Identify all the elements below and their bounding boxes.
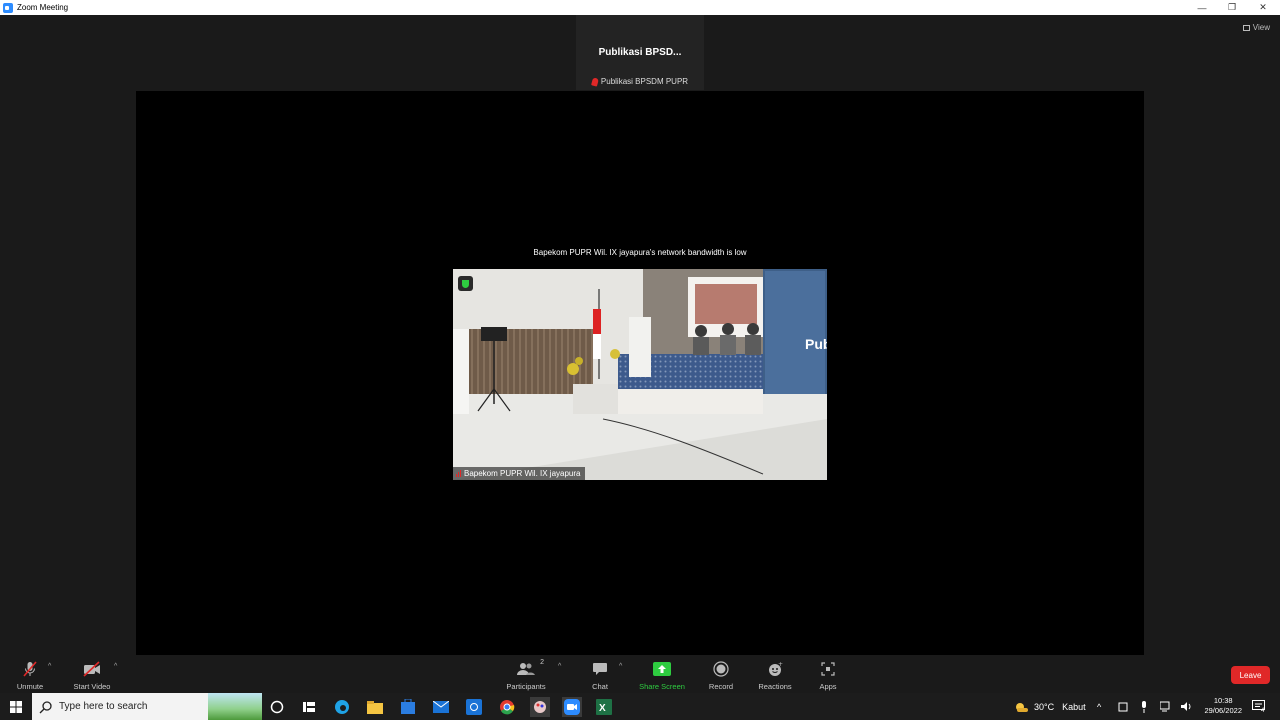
file-explorer-icon[interactable] xyxy=(365,697,385,717)
store-icon[interactable] xyxy=(398,697,418,717)
reactions-icon: + xyxy=(767,661,783,677)
meeting-area: View Publikasi BPSD... Publikasi BPSDM P… xyxy=(0,15,1280,658)
chat-options-caret[interactable]: ^ xyxy=(619,663,622,670)
main-video-stage: Bapekom PUPR Wil. IX jayapura's network … xyxy=(136,91,1144,658)
bandwidth-warning: Bapekom PUPR Wil. IX jayapura's network … xyxy=(533,248,747,257)
speaker-tile-name: Publikasi BPSD... xyxy=(598,47,682,58)
record-label: Record xyxy=(708,682,734,691)
notification-count: 4 xyxy=(1261,707,1265,714)
start-button[interactable] xyxy=(0,693,32,720)
participants-button[interactable]: 2 Participants xyxy=(496,659,556,691)
cortana-icon[interactable] xyxy=(267,697,287,717)
apps-label: Apps xyxy=(819,682,837,691)
taskbar-clock[interactable]: 10:38 29/06/2022 xyxy=(1204,696,1242,716)
muted-mic-icon xyxy=(590,77,599,87)
signal-bars-icon xyxy=(456,470,461,477)
view-button[interactable]: View xyxy=(1242,23,1270,32)
speaker-label-text: Publikasi BPSDM PUPR xyxy=(600,77,689,86)
weather-icon xyxy=(1016,702,1028,712)
reactions-label: Reactions xyxy=(758,682,792,691)
chat-label: Chat xyxy=(592,682,608,691)
participants-count: 2 xyxy=(540,659,544,666)
svg-text:Pub: Pub xyxy=(805,336,827,352)
task-view-icon[interactable] xyxy=(299,697,319,717)
encryption-shield-icon xyxy=(458,276,473,291)
notifications-button[interactable]: 4 xyxy=(1252,693,1265,720)
participant-name-label: Bapekom PUPR Wil. IX jayapura xyxy=(453,467,585,480)
apps-icon xyxy=(821,661,835,677)
meeting-toolbar: Unmute ^ Start Video ^ 2 Participants ^ … xyxy=(0,655,1280,693)
video-off-icon xyxy=(83,661,101,677)
apps-button[interactable]: Apps xyxy=(798,661,858,691)
clock-time: 10:38 xyxy=(1213,696,1233,705)
weather-temp: 30°C xyxy=(1034,701,1055,712)
paint-icon[interactable] xyxy=(530,697,550,717)
tray-app-icon[interactable] xyxy=(1118,693,1128,720)
microphone-icon[interactable] xyxy=(1140,693,1148,720)
volume-icon[interactable] xyxy=(1181,693,1193,720)
svg-text:X: X xyxy=(599,703,606,714)
app-icon[interactable] xyxy=(464,697,484,717)
muted-mic-icon xyxy=(22,661,38,677)
mail-icon[interactable] xyxy=(431,697,451,717)
share-screen-button[interactable]: Share Screen xyxy=(632,661,692,691)
video-frame: Pub xyxy=(453,269,827,480)
chevron-up-icon: ^ xyxy=(1097,701,1102,712)
start-video-label: Start Video xyxy=(73,682,111,691)
record-button[interactable]: Record xyxy=(691,661,751,691)
window-title: Zoom Meeting xyxy=(17,3,69,12)
weather-desc: Kabut xyxy=(1062,701,1086,712)
chrome-icon[interactable] xyxy=(497,697,517,717)
weather-widget[interactable]: 30°C Kabut xyxy=(1014,693,1086,720)
svg-text:+: + xyxy=(778,661,783,668)
close-button[interactable]: ✕ xyxy=(1248,0,1278,15)
restore-button[interactable]: ❐ xyxy=(1217,0,1247,15)
participants-options-caret[interactable]: ^ xyxy=(558,663,561,670)
participants-icon: 2 xyxy=(516,659,544,677)
chat-icon xyxy=(592,661,608,677)
share-screen-label: Share Screen xyxy=(639,682,685,691)
windows-taskbar: Type here to search X 30°C Kabut ^ 10:38… xyxy=(0,693,1280,720)
record-icon xyxy=(713,661,729,677)
share-screen-icon xyxy=(653,661,671,677)
zoom-icon xyxy=(3,2,13,13)
audio-options-caret[interactable]: ^ xyxy=(48,663,51,670)
unmute-label: Unmute xyxy=(16,682,44,691)
participant-video[interactable]: Pub Bapekom PUPR Wil. IX jayapura xyxy=(453,269,827,480)
speaker-tile[interactable]: Publikasi BPSD... Publikasi BPSDM PUPR xyxy=(576,15,704,90)
excel-icon[interactable]: X xyxy=(594,697,614,717)
clock-date: 29/06/2022 xyxy=(1204,706,1242,715)
search-highlight-illustration xyxy=(208,693,262,720)
taskbar-search[interactable]: Type here to search xyxy=(32,693,262,720)
view-label: View xyxy=(1252,23,1270,32)
show-hidden-icons-button[interactable]: ^ xyxy=(1097,693,1101,720)
leave-button[interactable]: Leave xyxy=(1231,666,1270,684)
window-titlebar: Zoom Meeting — ❐ ✕ xyxy=(0,0,1280,15)
search-placeholder: Type here to search xyxy=(59,701,148,712)
edge-icon[interactable] xyxy=(332,697,352,717)
search-icon xyxy=(39,700,52,713)
network-icon[interactable] xyxy=(1160,693,1172,720)
start-video-button[interactable]: Start Video xyxy=(62,661,122,691)
video-options-caret[interactable]: ^ xyxy=(114,663,117,670)
windows-logo-icon xyxy=(10,700,22,713)
participant-name: Bapekom PUPR Wil. IX jayapura xyxy=(464,469,581,478)
minimize-button[interactable]: — xyxy=(1187,0,1217,15)
speaker-tile-label: Publikasi BPSDM PUPR xyxy=(576,77,704,87)
participants-label: Participants xyxy=(506,682,546,691)
reactions-button[interactable]: + Reactions xyxy=(745,661,805,691)
grid-icon xyxy=(1242,24,1250,31)
zoom-taskbar-icon[interactable] xyxy=(562,697,582,717)
